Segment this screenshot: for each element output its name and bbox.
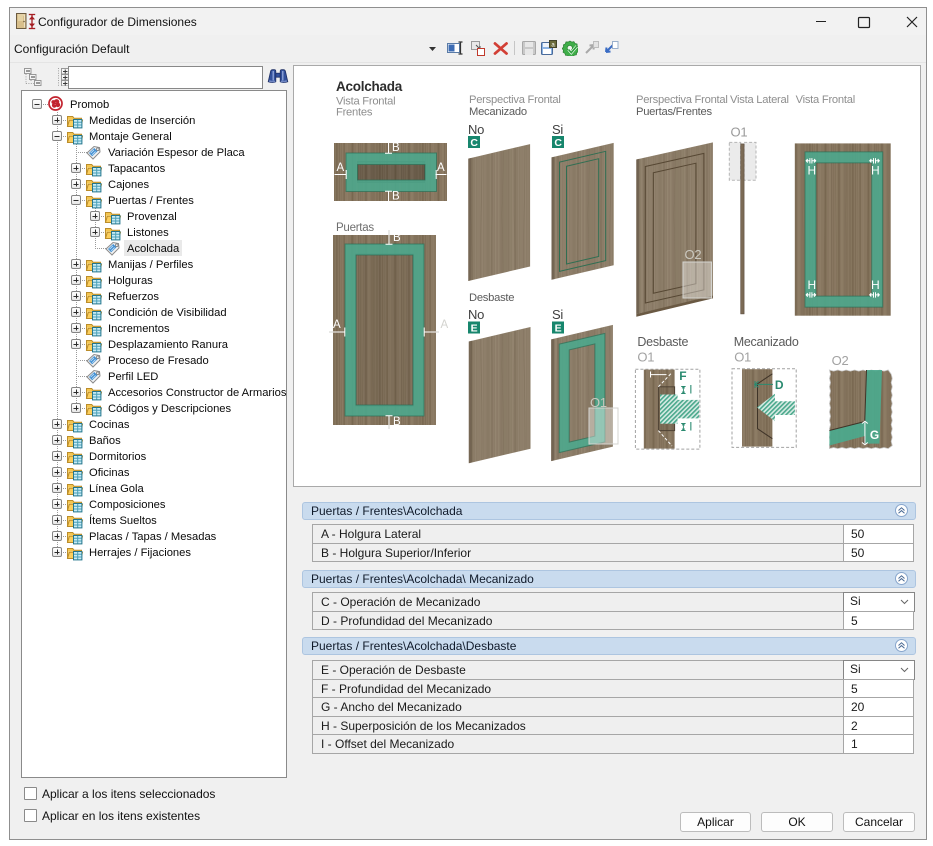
- svg-text:O1: O1: [637, 350, 654, 365]
- svg-text:Composiciones: Composiciones: [89, 499, 166, 511]
- svg-text:B: B: [393, 416, 401, 428]
- svg-text:Baños: Baños: [89, 435, 121, 447]
- svg-text:Cocinas: Cocinas: [89, 419, 130, 431]
- svg-text:Provenzal: Provenzal: [127, 211, 177, 223]
- svg-text:Acolchada: Acolchada: [127, 243, 180, 255]
- svg-text:Accesorios Constructor de Arma: Accesorios Constructor de Armarios: [108, 387, 286, 399]
- svg-text:E: E: [471, 323, 478, 335]
- svg-text:Promob: Promob: [70, 99, 109, 111]
- svg-text:Dormitorios: Dormitorios: [89, 451, 147, 463]
- svg-text:Holguras: Holguras: [108, 275, 153, 287]
- svg-text:H: H: [808, 164, 816, 178]
- svg-text:E: E: [555, 323, 562, 335]
- svg-text:Vista Lateral: Vista Lateral: [730, 94, 789, 106]
- svg-text:C: C: [470, 137, 478, 149]
- svg-text:O1: O1: [731, 125, 748, 140]
- svg-text:Desbaste: Desbaste: [469, 292, 514, 304]
- svg-text:Mecanizado: Mecanizado: [734, 335, 799, 349]
- svg-text:Oficinas: Oficinas: [89, 467, 130, 479]
- svg-text:B: B: [392, 191, 400, 203]
- svg-text:Desplazamiento Ranura: Desplazamiento Ranura: [108, 339, 229, 351]
- svg-text:Listones: Listones: [127, 227, 169, 239]
- svg-text:Si: Si: [552, 307, 563, 322]
- svg-text:No: No: [468, 307, 484, 322]
- svg-text:Si: Si: [552, 122, 563, 137]
- svg-text:Puertas: Puertas: [336, 222, 374, 234]
- svg-text:Variación Espesor de Placa: Variación Espesor de Placa: [108, 147, 245, 159]
- svg-text:H: H: [871, 164, 879, 178]
- svg-text:F: F: [679, 369, 686, 383]
- svg-text:Ítems Sueltos: Ítems Sueltos: [89, 514, 157, 527]
- svg-text:Acolchada: Acolchada: [336, 79, 403, 94]
- svg-text:A: A: [441, 319, 449, 331]
- svg-text:A: A: [437, 162, 445, 174]
- svg-text:Medidas de Inserción: Medidas de Inserción: [89, 115, 195, 127]
- svg-text:Refuerzos: Refuerzos: [108, 291, 159, 303]
- svg-text:B: B: [392, 142, 400, 154]
- svg-text:I: I: [689, 422, 692, 434]
- svg-text:G: G: [870, 428, 879, 442]
- svg-text:Incrementos: Incrementos: [108, 323, 170, 335]
- svg-text:O2: O2: [685, 247, 702, 262]
- svg-text:B: B: [393, 232, 401, 244]
- svg-text:Perspectiva Frontal: Perspectiva Frontal: [469, 94, 561, 106]
- svg-text:D: D: [775, 378, 784, 392]
- svg-text:Cajones: Cajones: [108, 179, 149, 191]
- svg-text:Condición de Visibilidad: Condición de Visibilidad: [108, 307, 227, 319]
- svg-text:Tapacantos: Tapacantos: [108, 163, 166, 175]
- svg-text:Códigos y Descripciones: Códigos y Descripciones: [108, 403, 232, 415]
- svg-text:I: I: [689, 385, 692, 397]
- svg-text:Placas / Tapas / Mesadas: Placas / Tapas / Mesadas: [89, 531, 217, 543]
- svg-text:H: H: [871, 278, 879, 292]
- svg-text:No: No: [468, 122, 484, 137]
- svg-text:O1: O1: [734, 350, 751, 365]
- svg-text:Perfil LED: Perfil LED: [108, 371, 158, 383]
- svg-text:Montaje General: Montaje General: [89, 131, 172, 143]
- svg-text:O2: O2: [832, 353, 849, 368]
- svg-text:Puertas / Frentes: Puertas / Frentes: [108, 195, 194, 207]
- svg-text:Puertas/Frentes: Puertas/Frentes: [636, 106, 712, 118]
- svg-text:Frentes: Frentes: [336, 107, 373, 119]
- svg-text:Proceso de Fresado: Proceso de Fresado: [108, 355, 209, 367]
- svg-text:Vista Frontal: Vista Frontal: [796, 94, 855, 106]
- svg-text:H: H: [808, 278, 816, 292]
- svg-text:Mecanizado: Mecanizado: [469, 106, 527, 118]
- svg-text:A: A: [337, 162, 345, 174]
- svg-text:C: C: [554, 137, 562, 149]
- svg-text:Manijas / Perfiles: Manijas / Perfiles: [108, 259, 194, 271]
- svg-text:Desbaste: Desbaste: [637, 335, 688, 349]
- svg-text:A: A: [333, 319, 341, 331]
- svg-text:Herrajes / Fijaciones: Herrajes / Fijaciones: [89, 547, 191, 559]
- svg-text:Línea Gola: Línea Gola: [89, 483, 145, 495]
- svg-text:Perspectiva Frontal: Perspectiva Frontal: [636, 94, 728, 106]
